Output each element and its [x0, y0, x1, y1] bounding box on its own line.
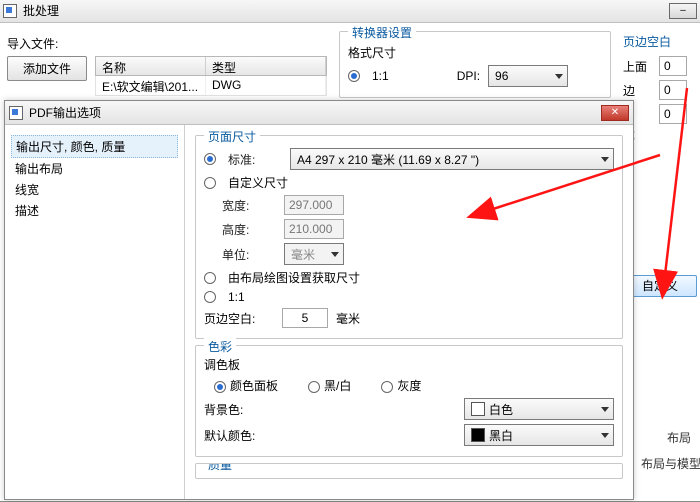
bg-color-label: 背景色: [204, 401, 274, 418]
converter-settings-group: 转换器设置 格式尺寸 1:1 DPI: 96 [339, 31, 611, 98]
palette-color-label: 颜色面板 [230, 379, 278, 393]
default-color-label: 默认颜色: [204, 427, 274, 444]
cell-name: E:\软文编辑\201... [96, 76, 206, 95]
palette-color-radio[interactable] [214, 381, 226, 393]
custom-size-label: 自定义尺寸 [228, 174, 288, 191]
standard-radio[interactable] [204, 153, 216, 165]
standard-size-combo[interactable]: A4 297 x 210 毫米 (11.69 x 8.27 ") [290, 148, 614, 170]
close-button[interactable]: ✕ [601, 105, 629, 121]
palette-gray-label: 灰度 [397, 379, 421, 393]
layout-label: 布局 [667, 429, 691, 446]
width-label: 宽度: [222, 197, 276, 214]
app-icon [9, 106, 23, 120]
format-size-label: 格式尺寸 [348, 44, 396, 61]
from-layout-label: 由布局绘图设置获取尺寸 [228, 269, 360, 286]
from-layout-radio[interactable] [204, 272, 216, 284]
batch-title: 批处理 [23, 2, 59, 19]
unit-label: 单位: [222, 246, 276, 263]
import-file-label: 导入文件: [7, 35, 58, 52]
pdf-title: PDF输出选项 [29, 104, 101, 121]
dpi-label: DPI: [457, 69, 480, 83]
customize-button[interactable]: 自定义 [623, 275, 697, 297]
unit-combo[interactable]: 毫米 [284, 243, 344, 265]
bg-color-combo[interactable]: 白色 [464, 398, 614, 420]
batch-titlebar: 批处理 – [0, 0, 700, 23]
ratio-1-1-label-pdf: 1:1 [228, 290, 245, 304]
quality-legend: 质量 [204, 463, 236, 473]
add-file-button[interactable]: 添加文件 [7, 56, 87, 81]
layout-model-label: 布局与模型 [641, 455, 700, 472]
margins-legend: 页边空白 [623, 33, 693, 50]
options-tree: 输出尺寸, 颜色, 质量 输出布局 线宽 描述 [5, 125, 185, 499]
palette-bw-radio[interactable] [308, 381, 320, 393]
white-swatch-icon [471, 402, 485, 416]
quality-group: 质量 [195, 463, 623, 479]
file-table-header: 名称 类型 [95, 56, 327, 76]
chevron-down-icon [601, 433, 609, 438]
col-name: 名称 [96, 57, 206, 75]
margin-top-label: 上面 [623, 58, 651, 75]
chevron-down-icon [601, 407, 609, 412]
palette-bw-label: 黑/白 [324, 379, 351, 393]
cell-type: DWG [206, 76, 326, 95]
margin-b1-input[interactable] [659, 104, 687, 124]
black-swatch-icon [471, 428, 485, 442]
margin-label: 页边空白: [204, 310, 274, 327]
page-size-legend: 页面尺寸 [204, 128, 260, 145]
app-icon [3, 4, 17, 18]
tree-description[interactable]: 描述 [11, 200, 178, 221]
color-legend: 色彩 [204, 338, 236, 355]
standard-label: 标准: [228, 151, 282, 168]
col-type: 类型 [206, 57, 326, 75]
page-size-group: 页面尺寸 标准: A4 297 x 210 毫米 (11.69 x 8.27 "… [195, 135, 623, 339]
pdf-titlebar: PDF输出选项 ✕ [5, 101, 633, 125]
margin-edge-input[interactable] [659, 80, 687, 100]
tree-output-layout[interactable]: 输出布局 [11, 158, 178, 179]
converter-legend: 转换器设置 [348, 24, 416, 41]
height-input[interactable] [284, 219, 344, 239]
palette-gray-radio[interactable] [381, 381, 393, 393]
palette-label: 调色板 [204, 356, 614, 373]
custom-size-radio[interactable] [204, 177, 216, 189]
ratio-1-1-radio-pdf[interactable] [204, 291, 216, 303]
margin-unit-label: 毫米 [336, 310, 360, 327]
pdf-options-window: PDF输出选项 ✕ 输出尺寸, 颜色, 质量 输出布局 线宽 描述 页面尺寸 标… [4, 100, 634, 500]
ratio-1-1-label: 1:1 [372, 69, 389, 83]
tree-output-size-color-quality[interactable]: 输出尺寸, 颜色, 质量 [11, 135, 178, 158]
color-group: 色彩 调色板 颜色面板 黑/白 灰度 背景色: 白色 默认颜色: 黑白 [195, 345, 623, 457]
width-input[interactable] [284, 195, 344, 215]
table-row[interactable]: E:\软文编辑\201... DWG [95, 76, 327, 96]
chevron-down-icon [601, 157, 609, 162]
margin-top-input[interactable] [659, 56, 687, 76]
margin-edge-label: 边 [623, 82, 651, 99]
default-color-combo[interactable]: 黑白 [464, 424, 614, 446]
chevron-down-icon [555, 74, 563, 79]
chevron-down-icon [331, 252, 339, 257]
ratio-1-1-radio[interactable] [348, 70, 360, 82]
tree-line-width[interactable]: 线宽 [11, 179, 178, 200]
minimize-button[interactable]: – [669, 3, 697, 19]
margin-input[interactable] [282, 308, 328, 328]
dpi-combo[interactable]: 96 [488, 65, 568, 87]
height-label: 高度: [222, 221, 276, 238]
